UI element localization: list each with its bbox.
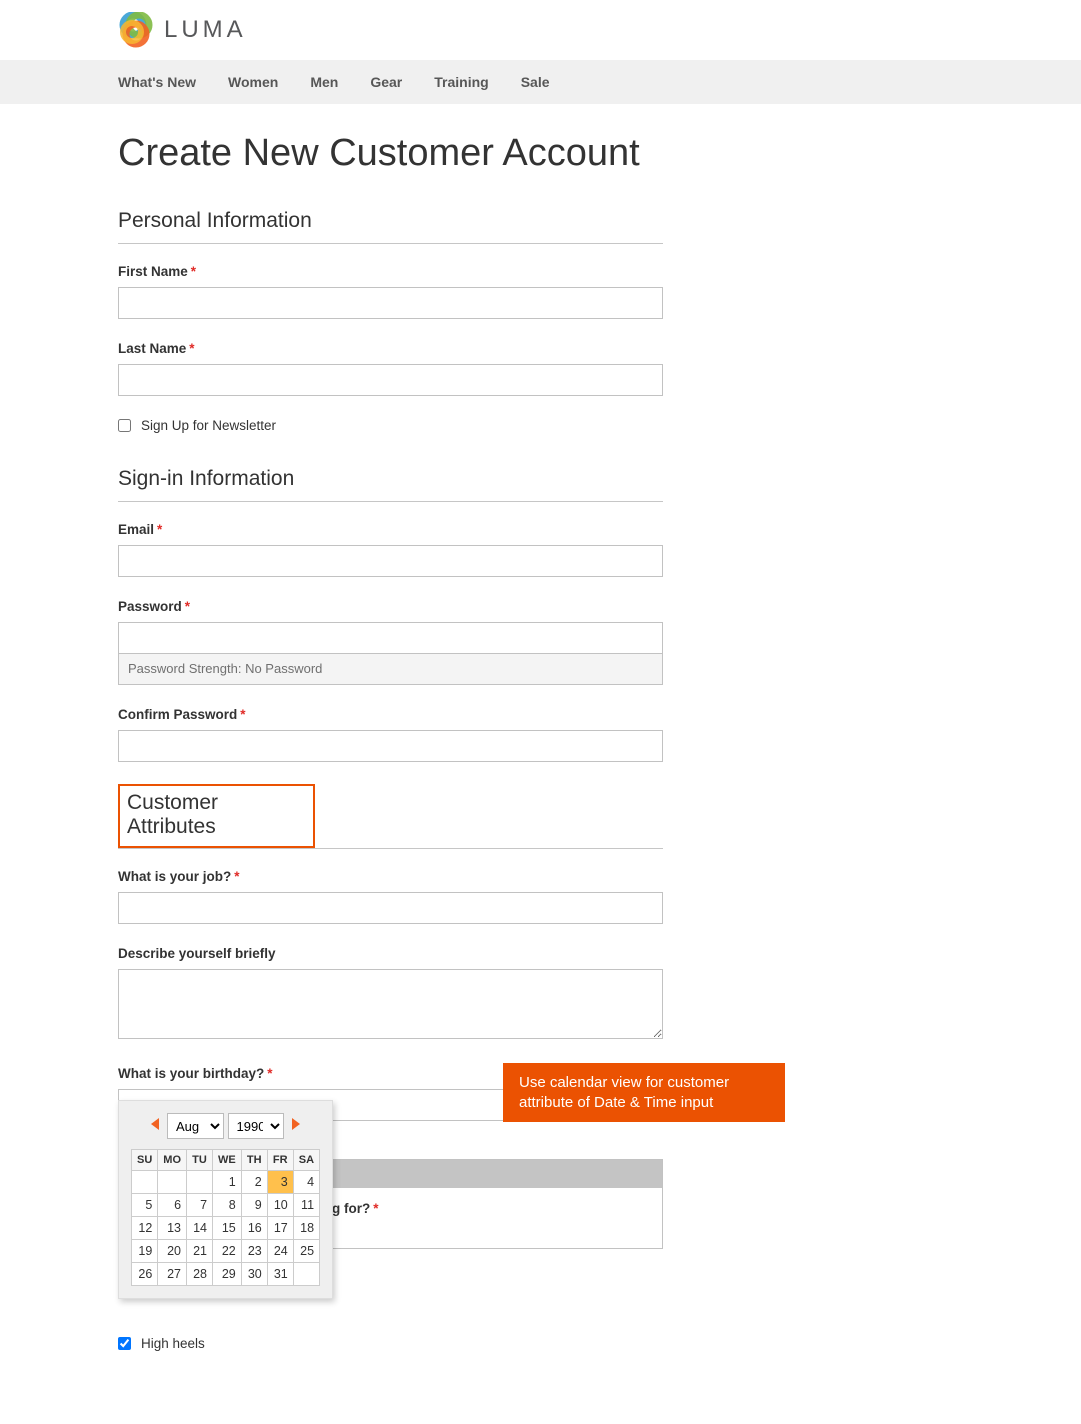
section-personal: Personal Information [118,209,663,244]
month-select[interactable]: Aug [167,1113,224,1139]
prev-month-button[interactable] [151,1117,161,1135]
calendar-day[interactable]: 9 [241,1194,267,1217]
calendar-day[interactable]: 27 [158,1263,187,1286]
password-strength-meter: Password Strength: No Password [118,653,663,685]
password-input[interactable] [118,622,663,654]
newsletter-label: Sign Up for Newsletter [141,418,276,433]
label-shoes-partial: g for?* [332,1201,1081,1216]
calendar-dow-header: SA [293,1150,319,1171]
calendar-day[interactable]: 28 [187,1263,213,1286]
label-confirm-password: Confirm Password* [118,707,663,722]
calendar-day[interactable]: 22 [213,1240,242,1263]
calendar-day[interactable]: 2 [241,1171,267,1194]
calendar-day[interactable]: 19 [132,1240,158,1263]
calendar-day[interactable]: 21 [187,1240,213,1263]
calendar-dow-header: SU [132,1150,158,1171]
annotation-callout: Use calendar view for customer attribute… [503,1063,785,1122]
calendar-day[interactable]: 20 [158,1240,187,1263]
nav-item-training[interactable]: Training [418,60,504,104]
job-input[interactable] [118,892,663,924]
calendar-day[interactable]: 10 [267,1194,293,1217]
calendar-day[interactable]: 14 [187,1217,213,1240]
calendar-day[interactable]: 1 [213,1171,242,1194]
calendar-day[interactable]: 31 [267,1263,293,1286]
calendar-day[interactable]: 24 [267,1240,293,1263]
label-last-name: Last Name* [118,341,663,356]
datepicker-popup: Aug 1990 SUMOTUWETHFRSA 1234567891011121… [118,1100,333,1299]
last-name-input[interactable] [118,364,663,396]
next-month-button[interactable] [290,1117,300,1135]
section-signin: Sign-in Information [118,467,663,502]
luma-logo-icon [118,12,154,48]
calendar-day[interactable]: 3 [267,1171,293,1194]
calendar-day[interactable]: 17 [267,1217,293,1240]
calendar-day[interactable]: 4 [293,1171,319,1194]
page-title: Create New Customer Account [118,132,963,175]
nav-item-women[interactable]: Women [212,60,294,104]
label-email: Email* [118,522,663,537]
label-first-name: First Name* [118,264,663,279]
calendar-day[interactable]: 23 [241,1240,267,1263]
calendar-dow-header: TH [241,1150,267,1171]
main-nav: What's New Women Men Gear Training Sale [0,60,1081,104]
calendar-day[interactable]: 12 [132,1217,158,1240]
nav-item-gear[interactable]: Gear [354,60,418,104]
nav-item-men[interactable]: Men [294,60,354,104]
label-password: Password* [118,599,663,614]
nav-item-whats-new[interactable]: What's New [118,60,212,104]
high-heels-checkbox[interactable] [118,1337,131,1350]
newsletter-checkbox[interactable] [118,419,131,432]
first-name-input[interactable] [118,287,663,319]
nav-item-sale[interactable]: Sale [505,60,566,104]
describe-textarea[interactable] [118,969,663,1039]
calendar-day[interactable]: 26 [132,1263,158,1286]
high-heels-label: High heels [141,1336,205,1351]
calendar-day[interactable]: 13 [158,1217,187,1240]
header: LUMA [0,0,1081,60]
label-describe: Describe yourself briefly [118,946,663,961]
calendar-day[interactable]: 8 [213,1194,242,1217]
calendar-day[interactable]: 18 [293,1217,319,1240]
calendar-day[interactable]: 5 [132,1194,158,1217]
calendar-day[interactable]: 15 [213,1217,242,1240]
calendar-day[interactable]: 30 [241,1263,267,1286]
calendar-dow-header: FR [267,1150,293,1171]
calendar-day[interactable]: 11 [293,1194,319,1217]
calendar-dow-header: TU [187,1150,213,1171]
calendar-grid: SUMOTUWETHFRSA 1234567891011121314151617… [131,1149,320,1286]
calendar-day[interactable]: 25 [293,1240,319,1263]
calendar-day[interactable]: 16 [241,1217,267,1240]
calendar-dow-header: MO [158,1150,187,1171]
year-select[interactable]: 1990 [228,1113,285,1139]
label-job: What is your job?* [118,869,663,884]
email-input[interactable] [118,545,663,577]
confirm-password-input[interactable] [118,730,663,762]
calendar-day[interactable]: 6 [158,1194,187,1217]
calendar-day[interactable]: 7 [187,1194,213,1217]
calendar-dow-header: WE [213,1150,242,1171]
section-customer-attributes: Customer Attributes [118,784,315,848]
calendar-day[interactable]: 29 [213,1263,242,1286]
brand-name: LUMA [164,16,247,44]
